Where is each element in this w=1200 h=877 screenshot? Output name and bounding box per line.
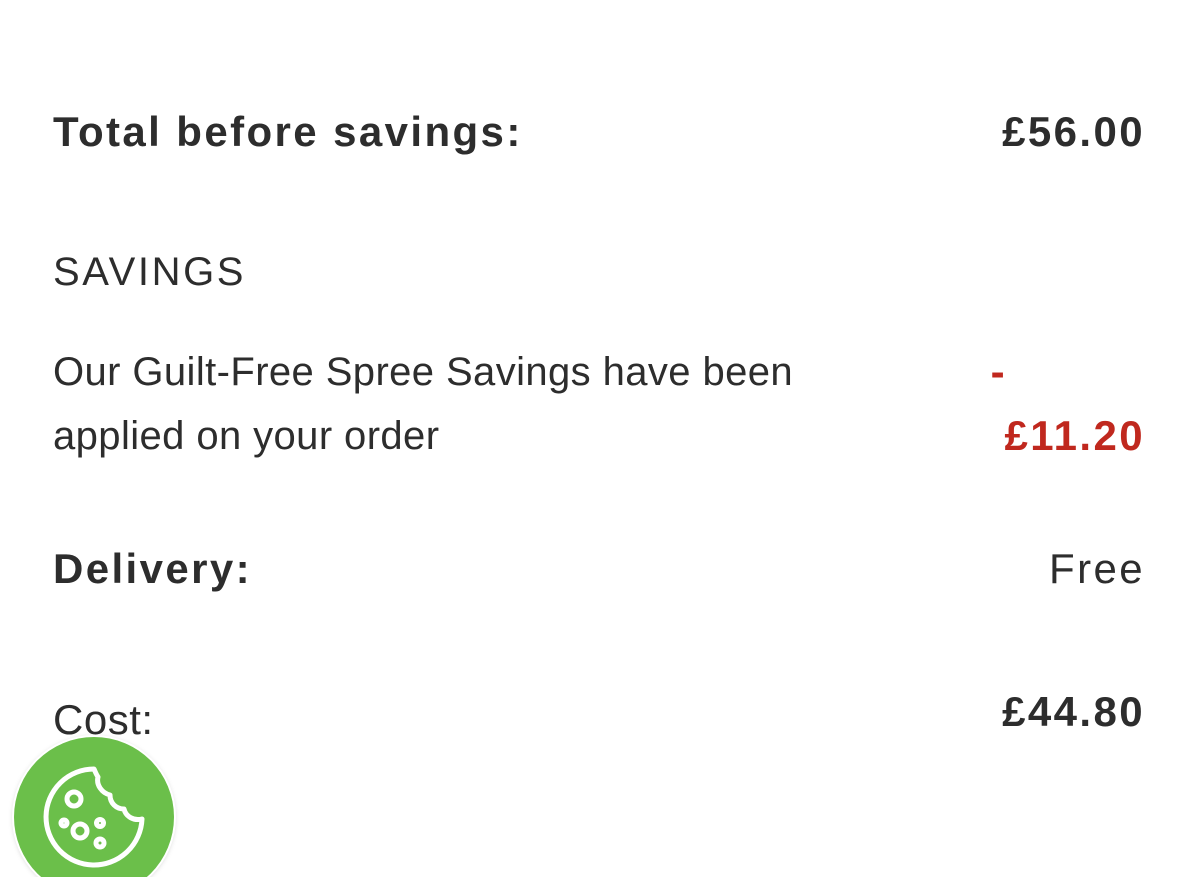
savings-heading: SAVINGS [53, 250, 247, 294]
cost-value: £44.80 [1002, 688, 1145, 735]
cookie-settings-button[interactable] [14, 737, 174, 877]
savings-description: Our Guilt-Free Spree Savings have been a… [53, 350, 794, 458]
total-before-savings-row: Total before savings: £56.00 [53, 108, 1145, 156]
savings-amount-value: £11.20 [1004, 412, 1145, 459]
savings-minus-sign: - [990, 348, 1007, 395]
cost-row: Cost: £44.80 [53, 688, 1145, 743]
cookie-icon [43, 766, 145, 868]
delivery-row: Delivery: Free [53, 545, 1145, 593]
savings-amount: - £11.20 [975, 340, 1145, 468]
delivery-label: Delivery: [53, 545, 253, 592]
delivery-value: Free [1049, 545, 1145, 592]
total-before-savings-value: £56.00 [1002, 108, 1145, 155]
total-before-savings-label: Total before savings: [53, 108, 523, 155]
savings-row: Our Guilt-Free Spree Savings have been a… [53, 340, 1145, 468]
